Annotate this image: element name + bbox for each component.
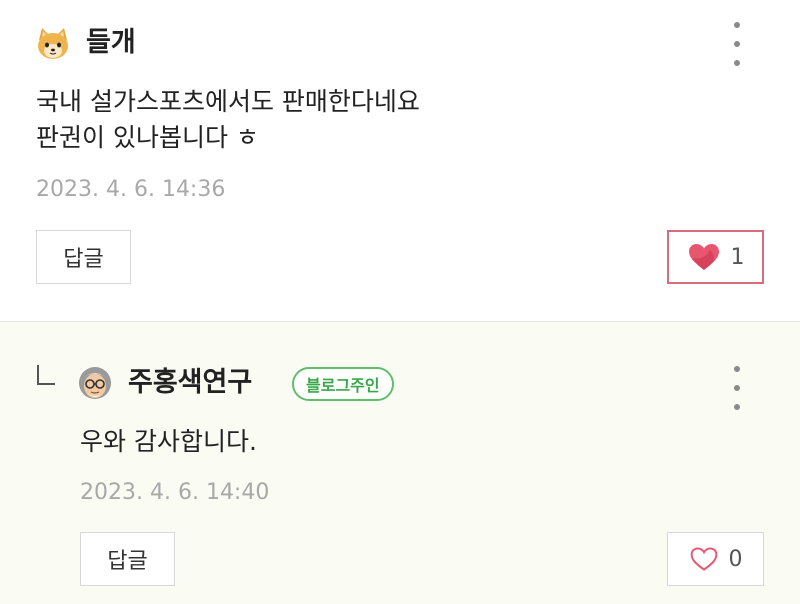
- grandpa-avatar-icon[interactable]: [78, 366, 112, 400]
- like-count: 0: [728, 546, 743, 572]
- cat-emoji-avatar-icon[interactable]: [36, 26, 70, 60]
- more-options-icon[interactable]: [731, 366, 743, 410]
- comment-text: 국내 설가스포츠에서도 판매한다네요 판권이 있나봅니다 ㅎ: [36, 87, 420, 152]
- heart-filled-icon: [688, 244, 719, 270]
- like-button[interactable]: 0: [667, 532, 764, 586]
- more-options-icon[interactable]: [731, 22, 743, 66]
- reply-button[interactable]: 답글: [80, 532, 175, 586]
- comment-author[interactable]: 주홍색연구: [128, 366, 252, 400]
- reply-comment-item: 주홍색연구 블로그주인 우와 감사합니다. 2023. 4. 6. 14:40 …: [0, 322, 800, 604]
- like-button[interactable]: 1: [667, 230, 764, 284]
- like-count: 1: [730, 244, 745, 270]
- blog-owner-badge: 블로그주인: [292, 367, 394, 401]
- comment-date: 2023. 4. 6. 14:36: [36, 177, 226, 202]
- reply-button[interactable]: 답글: [36, 230, 131, 284]
- comment-date: 2023. 4. 6. 14:40: [80, 480, 270, 505]
- reply-indicator-icon: [37, 365, 55, 385]
- heart-outline-icon: [690, 547, 717, 571]
- badge-label: 블로그주인: [306, 376, 380, 395]
- reply-button-label: 답글: [63, 247, 104, 272]
- comment-item: 들개 국내 설가스포츠에서도 판매한다네요 판권이 있나봅니다 ㅎ 2023. …: [0, 0, 800, 322]
- reply-button-label: 답글: [107, 549, 148, 574]
- comment-author[interactable]: 들개: [86, 26, 136, 60]
- comment-text: 우와 감사합니다.: [80, 427, 257, 456]
